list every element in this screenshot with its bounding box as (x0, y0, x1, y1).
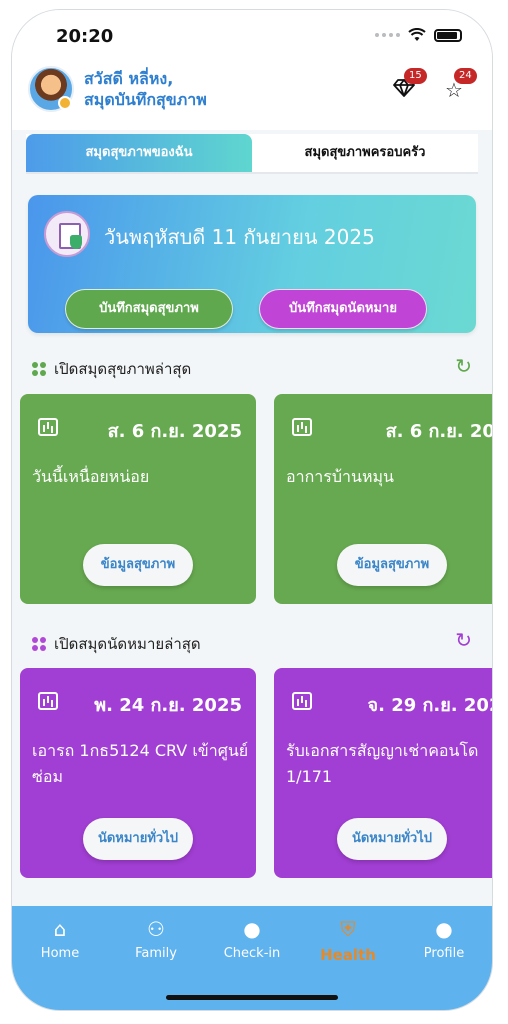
general-appointment-button[interactable]: นัดหมายทั่วไป (337, 818, 447, 860)
tab-my-health-book[interactable]: สมุดสุขภาพของฉัน (26, 134, 252, 172)
chart-icon (292, 692, 312, 710)
tab-family[interactable]: ⚇ Family (108, 916, 204, 961)
tab-home-label: Home (40, 946, 80, 961)
gem-count-badge: 15 (404, 68, 427, 84)
appointment-card[interactable]: จ. 29 ก.ย. 2025 รับเอกสารสัญญาเช่าคอนโด … (274, 668, 492, 878)
health-info-button[interactable]: ข้อมูลสุขภาพ (337, 544, 447, 586)
card-description: วันนี้เหนื่อยหน่อย (32, 467, 150, 486)
chart-icon (38, 418, 58, 436)
tab-health-label: Health (320, 946, 376, 964)
chart-icon (292, 418, 312, 436)
health-section-header: เปิดสมุดสุขภาพล่าสุด (32, 357, 191, 381)
gem-button[interactable]: 15 (392, 68, 427, 102)
card-date: พ. 24 ก.ย. 2025 (94, 695, 242, 716)
health-card[interactable]: ส. 6 ก.ย. 2025 อาการบ้านหมุน ข้อมูลสุขภา… (274, 394, 492, 604)
appointment-card[interactable]: พ. 24 ก.ย. 2025 เอารถ 1กธ5124 CRV เข้าศู… (20, 668, 256, 878)
health-card[interactable]: ส. 6 ก.ย. 2025 วันนี้เหนื่อยหน่อย ข้อมูล… (20, 394, 256, 604)
family-icon: ⚇ (147, 917, 165, 941)
tab-family-health-book[interactable]: สมุดสุขภาพครอบครัว (252, 134, 478, 172)
shield-icon: ⛨ (340, 917, 356, 941)
star-count-badge: 24 (454, 68, 477, 84)
record-health-button[interactable]: บันทึกสมุดสุขภาพ (65, 289, 233, 329)
person-icon: ● (435, 917, 453, 941)
tab-check-in[interactable]: ● Check-in (204, 916, 300, 961)
general-appointment-button[interactable]: นัดหมายทั่วไป (83, 818, 193, 860)
avatar-badge-icon (58, 96, 72, 110)
tab-profile[interactable]: ● Profile (396, 916, 492, 961)
phone-screen: 20:20 สวัสดี หลี่หง, สมุดบันทึกสุขภาพ 15… (12, 10, 492, 1010)
star-button[interactable]: ☆ 24 (442, 68, 477, 102)
status-time: 20:20 (56, 26, 114, 47)
card-date: ส. 6 ก.ย. 2025 (107, 421, 242, 442)
record-appointment-button[interactable]: บันทึกสมุดนัดหมาย (259, 289, 427, 329)
bottom-tab-bar: ⌂ Home ⚇ Family ● Check-in ⛨ Health ● Pr… (12, 906, 492, 1010)
clipboard-health-icon (44, 211, 90, 257)
health-section-title: เปิดสมุดสุขภาพล่าสุด (54, 360, 192, 378)
status-icons (375, 28, 462, 42)
appointment-section-header: เปิดสมุดนัดหมายล่าสุด (32, 632, 201, 656)
wifi-icon (408, 28, 426, 41)
today-card: วันพฤหัสบดี 11 กันยายน 2025 บันทึกสมุดสุ… (28, 195, 476, 333)
tab-home[interactable]: ⌂ Home (12, 916, 108, 961)
pin-icon: ● (243, 917, 261, 941)
greeting-name: สวัสดี หลี่หง, (84, 69, 174, 88)
card-date: ส. 6 ก.ย. 2025 (385, 421, 492, 442)
appointment-section-title: เปิดสมุดนัดหมายล่าสุด (54, 635, 201, 653)
tab-profile-label: Profile (423, 946, 465, 961)
home-icon: ⌂ (53, 917, 67, 941)
status-bar: 20:20 (12, 10, 492, 60)
battery-icon (434, 28, 462, 42)
tab-health[interactable]: ⛨ Health (300, 916, 396, 964)
grid-icon (32, 637, 46, 651)
card-description: รับเอกสารสัญญาเช่าคอนโด 1/171 (286, 741, 479, 786)
header: สวัสดี หลี่หง, สมุดบันทึกสุขภาพ 15 ☆ 24 (12, 60, 492, 130)
notebook-tabs: สมุดสุขภาพของฉัน สมุดสุขภาพครอบครัว (26, 134, 478, 174)
card-description: เอารถ 1กธ5124 CRV เข้าศูนย์ซ่อม (32, 741, 249, 786)
refresh-appointment-icon[interactable]: ↻ (455, 628, 472, 652)
refresh-health-icon[interactable]: ↻ (455, 354, 472, 378)
today-date: วันพฤหัสบดี 11 กันยายน 2025 (104, 225, 375, 249)
home-indicator (166, 995, 338, 1000)
grid-icon (32, 362, 46, 376)
card-description: อาการบ้านหมุน (286, 467, 394, 486)
tab-check-in-label: Check-in (223, 946, 281, 961)
tab-family-label: Family (135, 946, 177, 961)
card-date: จ. 29 ก.ย. 2025 (367, 695, 492, 716)
signal-icon (375, 33, 400, 37)
greeting-subtitle: สมุดบันทึกสุขภาพ (84, 90, 207, 109)
greeting: สวัสดี หลี่หง, สมุดบันทึกสุขภาพ (84, 68, 207, 110)
health-info-button[interactable]: ข้อมูลสุขภาพ (83, 544, 193, 586)
chart-icon (38, 692, 58, 710)
